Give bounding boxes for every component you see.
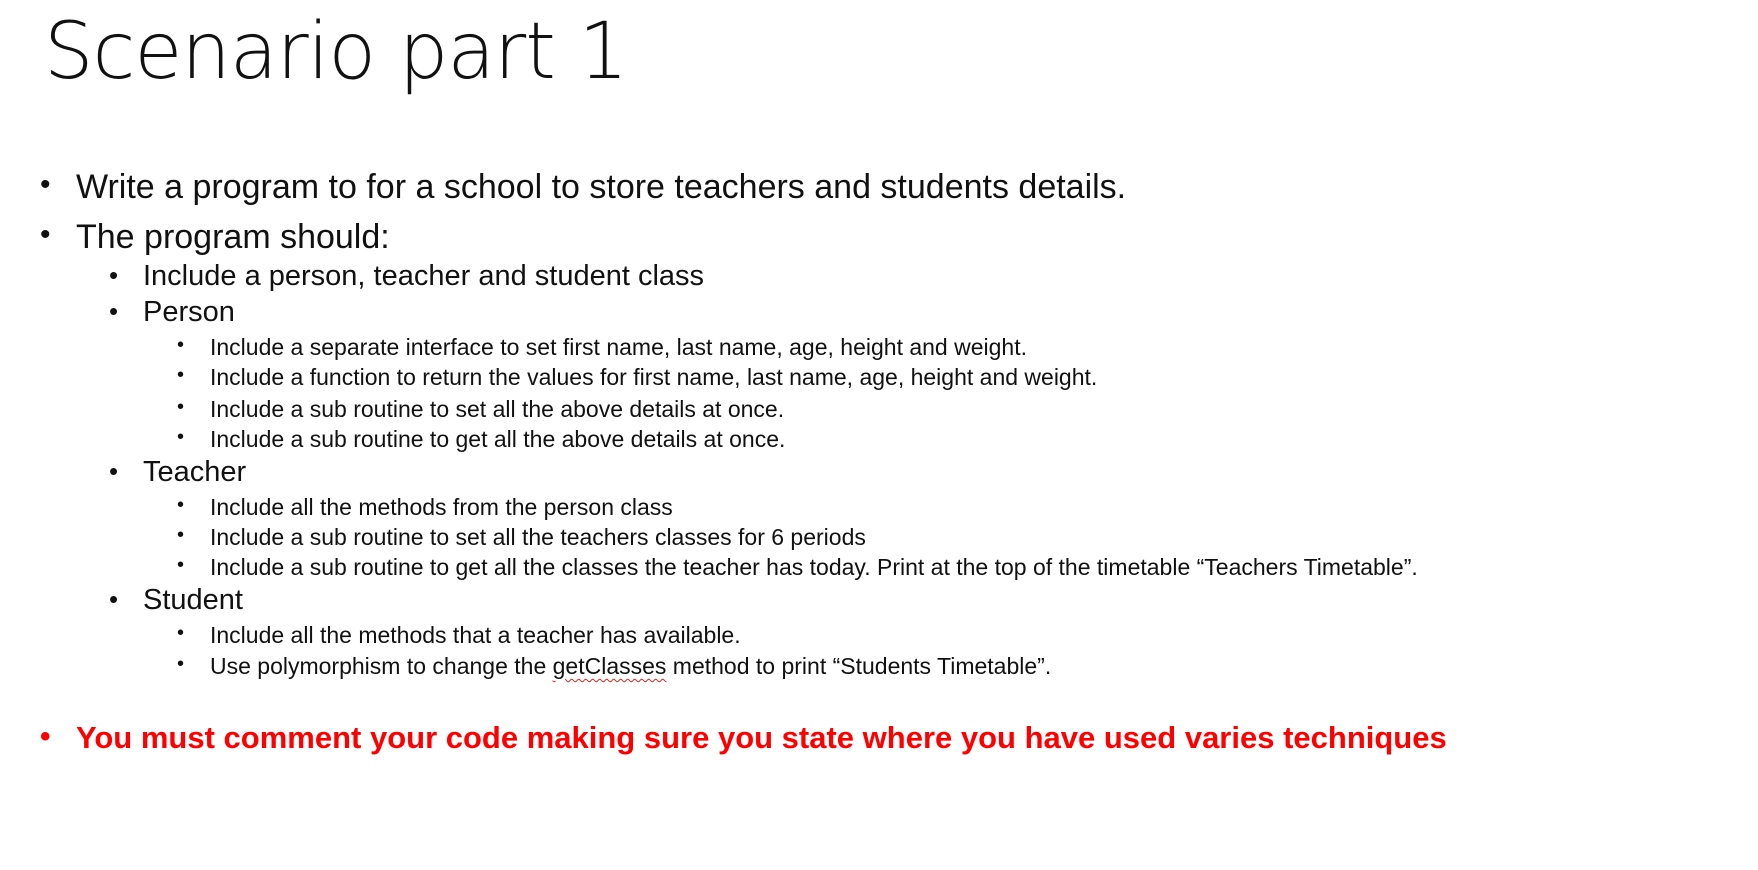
bullet-text: You must comment your code making sure y…	[76, 720, 1447, 755]
bullet-marker: •	[109, 456, 119, 486]
bullet-text: Include a sub routine to get all the cla…	[210, 554, 1418, 580]
bullet-text: Include a separate interface to set firs…	[210, 334, 1027, 360]
bullet-text: Include a sub routine to get all the abo…	[210, 426, 786, 452]
bullet-marker: •	[177, 494, 185, 516]
bullet-text: Include a sub routine to set all the abo…	[210, 396, 785, 422]
slide-title: Scenario part 1	[44, 7, 628, 97]
bullet-marker: •	[109, 260, 119, 290]
bullet-text: Include a function to return the values …	[210, 364, 1098, 390]
bullet-marker: •	[40, 720, 51, 753]
text-segment: method to print “Students Timetable”.	[666, 653, 1052, 679]
bullet-marker: •	[177, 334, 185, 356]
bullet-marker: •	[177, 426, 185, 448]
bullet-text: Include all the methods from the person …	[210, 494, 673, 520]
bullet-text: Include a person, teacher and student cl…	[143, 260, 705, 292]
bullet-marker: •	[177, 364, 185, 386]
text-segment: Use polymorphism to change the	[210, 653, 553, 679]
bullet-marker: •	[177, 554, 185, 576]
bullet-text: Student	[143, 584, 243, 616]
bullet-text: Include a sub routine to set all the tea…	[210, 524, 866, 550]
bullet-text: Write a program to for a school to store…	[76, 168, 1127, 206]
slide: Scenario part 1 • Write a program to for…	[0, 0, 1758, 870]
spellcheck-flagged-word: getClasses	[552, 653, 667, 679]
bullet-marker: •	[177, 622, 185, 644]
bullet-text: Include all the methods that a teacher h…	[210, 622, 741, 648]
bullet-text: The program should:	[76, 218, 390, 256]
bullet-text: Teacher	[143, 456, 247, 488]
bullet-text: Person	[143, 296, 235, 328]
bullet-marker: •	[177, 653, 185, 675]
bullet-text: Use polymorphism to change the getClasse…	[210, 653, 1051, 680]
bullet-marker: •	[177, 524, 185, 546]
bullet-marker: •	[40, 168, 51, 201]
bullet-marker: •	[177, 396, 185, 418]
bullet-marker: •	[40, 218, 51, 251]
bullet-marker: •	[109, 296, 119, 326]
bullet-marker: •	[109, 584, 119, 614]
